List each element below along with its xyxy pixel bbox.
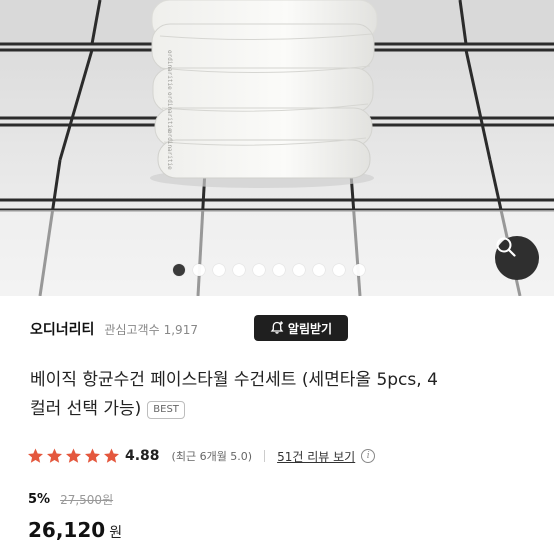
search-icon — [496, 237, 516, 257]
best-badge: BEST — [147, 401, 185, 419]
slide-indicator[interactable] — [173, 263, 365, 277]
sale-price: 26,120 — [28, 518, 106, 542]
alarm-button-label: 알림받기 — [287, 321, 333, 336]
star-icon — [47, 448, 62, 463]
towel-print-3: ordinaritie — [166, 130, 173, 170]
slide-dot[interactable] — [173, 264, 185, 276]
product-image-gallery[interactable]: ordinaritie ordinaritie ordinaritie — [0, 0, 554, 296]
product-title: 베이직 항균수건 페이스타월 수건세트 (세면타올 5pcs, 4 컬러 선택 … — [30, 366, 530, 424]
slide-dot[interactable] — [233, 264, 245, 276]
star-icon — [85, 448, 100, 463]
bell-plus-icon — [270, 321, 284, 334]
title-line-2: 컬러 선택 가능) BEST — [30, 395, 530, 424]
zoom-button[interactable] — [495, 236, 539, 280]
title-line-2-text: 컬러 선택 가능) — [30, 399, 142, 419]
slide-dot[interactable] — [293, 264, 305, 276]
slide-dot[interactable] — [333, 264, 345, 276]
towel-print-2: ordinaritie — [166, 92, 173, 132]
info-icon[interactable]: i — [361, 449, 376, 463]
shop-row: 오디너리티 관심고객수 1,917 알림받기 — [30, 315, 530, 342]
shop-name[interactable]: 오디너리티 — [30, 319, 94, 339]
star-icon — [28, 448, 43, 463]
currency-unit: 원 — [109, 525, 123, 541]
alarm-subscribe-button[interactable]: 알림받기 — [254, 315, 348, 341]
rating-row: 4.88 (최근 6개월 5.0) 51건 리뷰 보기 i — [26, 444, 536, 468]
star-icon — [66, 448, 81, 463]
follower-info: 관심고객수 1,917 — [104, 321, 198, 338]
slide-dot[interactable] — [353, 264, 365, 276]
original-price: 27,500원 — [60, 492, 114, 507]
rating-stars — [26, 447, 121, 465]
price-discount-row: 5% 27,500원 — [28, 489, 113, 509]
rating-score: 4.88 — [125, 448, 160, 464]
towel-print-1: ordinaritie — [166, 50, 173, 90]
slide-dot[interactable] — [213, 264, 225, 276]
follower-count: 1,917 — [163, 322, 198, 337]
divider — [264, 450, 266, 462]
rating-recent: (최근 6개월 5.0) — [171, 450, 253, 463]
sale-price-row: 26,120 원 — [28, 518, 122, 548]
discount-rate: 5% — [28, 491, 51, 507]
slide-dot[interactable] — [253, 264, 265, 276]
slide-dot[interactable] — [313, 264, 325, 276]
slide-dot[interactable] — [193, 264, 205, 276]
product-photo: ordinaritie ordinaritie ordinaritie — [0, 0, 554, 296]
follower-label: 관심고객수 — [104, 322, 160, 337]
star-icon — [104, 448, 119, 463]
review-link[interactable]: 51건 리뷰 보기 — [277, 448, 355, 465]
title-line-1: 베이직 항균수건 페이스타월 수건세트 (세면타올 5pcs, 4 — [30, 370, 438, 390]
slide-dot[interactable] — [273, 264, 285, 276]
